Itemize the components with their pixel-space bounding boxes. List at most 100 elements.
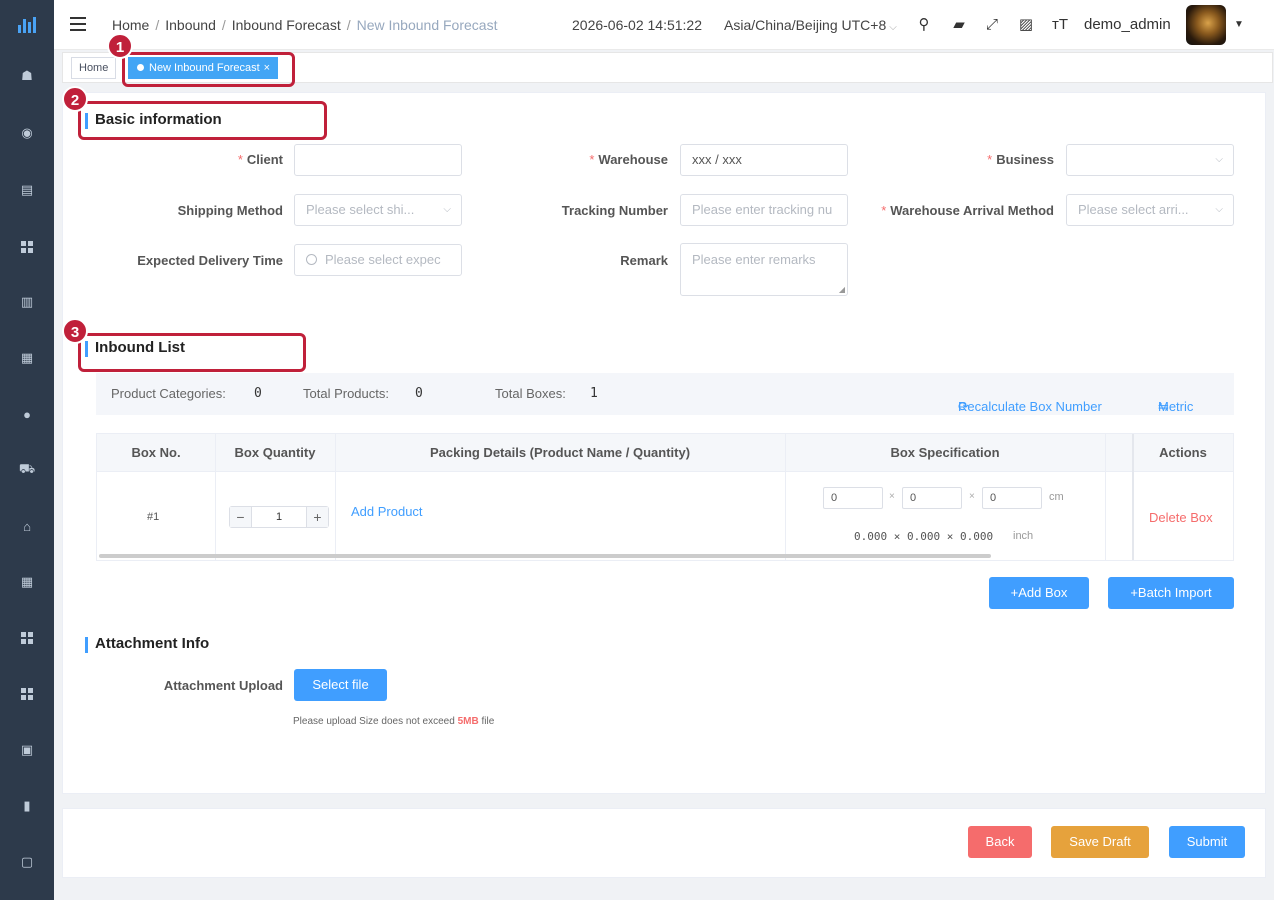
breadcrumb-inbound-forecast[interactable]: Inbound Forecast	[232, 17, 341, 33]
total-boxes-label: Total Boxes:	[495, 386, 566, 401]
increment-button[interactable]: +	[306, 507, 328, 527]
col-box-no: Box No.	[131, 445, 181, 460]
fullscreen-icon[interactable]: ⤢	[982, 14, 1002, 34]
product-categories-value: 0	[254, 386, 262, 401]
top-header: Home / Inbound / Inbound Forecast / New Inboun…	[54, 0, 1274, 50]
section-attachment-title: Attachment Info	[85, 635, 209, 653]
resize-handle-icon[interactable]: ◢	[839, 285, 845, 294]
remark-label: Remark	[620, 253, 668, 268]
times-sign: ×	[889, 491, 895, 502]
total-products-label: Total Products:	[303, 386, 389, 401]
highlight-box-1	[122, 52, 295, 87]
caret-down-icon[interactable]: ▼	[1234, 19, 1244, 30]
client-label: * Client	[237, 152, 283, 167]
back-button[interactable]: Back	[968, 826, 1032, 858]
logo[interactable]	[0, 0, 54, 50]
chevron-down-icon: ⌵	[889, 22, 897, 33]
client-field[interactable]	[294, 144, 462, 176]
shipping-method-label: Shipping Method	[177, 203, 283, 218]
breadcrumb-current: New Inbound Forecast	[356, 17, 498, 33]
cart-icon[interactable]: ⛟	[0, 460, 54, 480]
form-footer: Back Save Draft Submit	[62, 808, 1266, 878]
chevron-down-icon: ⌵	[1215, 154, 1223, 165]
decrement-button[interactable]: −	[230, 507, 252, 527]
message-icon[interactable]: ▰	[949, 14, 969, 34]
box-quantity-value[interactable]: 1	[252, 507, 306, 527]
modules-icon[interactable]	[0, 628, 54, 648]
add-product-link[interactable]: Add Product	[351, 504, 423, 519]
tag-home[interactable]: Home	[71, 57, 117, 79]
avatar[interactable]	[1186, 5, 1226, 45]
total-boxes-value: 1	[590, 386, 598, 401]
times-sign: ×	[969, 491, 975, 502]
tracking-number-input[interactable]: Please enter tracking nu	[680, 194, 848, 226]
box-height-input[interactable]: 0	[982, 487, 1042, 509]
table-icon[interactable]: ▦	[0, 572, 54, 592]
breadcrumb: Home / Inbound / Inbound Forecast / New Inboun…	[112, 17, 498, 33]
current-datetime: 2026-06-02 14:51:22	[572, 17, 702, 33]
select-file-button[interactable]: Select file	[294, 669, 387, 701]
warehouse-arrival-select[interactable]: Please select arri... ⌵	[1066, 194, 1234, 226]
warehouse-icon[interactable]: ⌂	[0, 516, 54, 536]
username[interactable]: demo_admin	[1084, 16, 1171, 33]
apps-icon[interactable]	[0, 237, 54, 257]
report-icon[interactable]: ▦	[0, 348, 54, 368]
translate-icon[interactable]: ▨	[1016, 14, 1036, 34]
form-card: Basic information * Client * Warehouse xxx…	[62, 92, 1266, 794]
search-icon[interactable]: ⚲	[914, 14, 934, 34]
highlight-box-2	[78, 101, 327, 140]
expected-delivery-label: Expected Delivery Time	[137, 253, 283, 268]
inbound-summary-bar: Product Categories: 0 Total Products: 0 …	[96, 373, 1234, 415]
add-box-button[interactable]: +Add Box	[989, 577, 1089, 609]
business-select[interactable]: ⌵	[1066, 144, 1234, 176]
globe-icon[interactable]: ◉	[0, 123, 54, 143]
shipping-method-select[interactable]: Please select shi... ⌵	[294, 194, 462, 226]
box-width-input[interactable]: 0	[902, 487, 962, 509]
menu-toggle-icon[interactable]	[70, 17, 86, 31]
timezone-label: Asia/China/Beijing UTC+8	[724, 17, 887, 33]
table-header: Box No. Box Quantity Packing Details (Pr…	[97, 434, 1233, 472]
breadcrumb-home[interactable]: Home	[112, 17, 149, 33]
annotation-marker-2: 2	[62, 86, 88, 112]
col-box-quantity: Box Quantity	[234, 445, 316, 460]
remark-textarea[interactable]: Please enter remarks ◢	[680, 243, 848, 296]
dashboard-icon[interactable]: ☗	[0, 66, 54, 86]
box-length-input[interactable]: 0	[823, 487, 883, 509]
user-icon[interactable]: ●	[0, 404, 54, 424]
warehouse-arrival-placeholder: Please select arri...	[1078, 202, 1189, 217]
col-actions: Actions	[1159, 445, 1207, 460]
chevron-down-icon: ⌵	[1215, 204, 1223, 215]
batch-import-button[interactable]: +Batch Import	[1108, 577, 1234, 609]
col-packing-details: Packing Details (Product Name / Quantity…	[429, 445, 691, 460]
edit-icon[interactable]: ▢	[0, 852, 54, 872]
product-categories-label: Product Categories:	[111, 386, 226, 401]
total-products-value: 0	[415, 386, 423, 401]
unit-inch: inch	[1013, 530, 1034, 542]
chevron-down-icon: ⌵	[443, 204, 451, 215]
submit-button[interactable]: Submit	[1169, 826, 1245, 858]
shipping-method-placeholder: Please select shi...	[306, 202, 415, 217]
delete-box-button[interactable]: Delete Box	[1149, 510, 1213, 525]
expected-delivery-picker[interactable]: Please select expec	[294, 244, 462, 276]
font-size-icon[interactable]: ᴛT	[1050, 14, 1070, 34]
horizontal-scrollbar[interactable]	[99, 554, 991, 558]
clock-icon	[306, 254, 317, 265]
upload-size-note: Please upload Size does not exceed 5MB f…	[293, 716, 495, 727]
box-quantity-stepper[interactable]: − 1 +	[229, 506, 329, 528]
inventory-icon[interactable]: ▤	[0, 180, 54, 200]
save-draft-button[interactable]: Save Draft	[1051, 826, 1149, 858]
breadcrumb-inbound[interactable]: Inbound	[165, 17, 216, 33]
timezone-select[interactable]: Asia/China/Beijing UTC+8 ⌵	[724, 17, 897, 33]
sidebar: ☗ ◉ ▤ ▥ ▦ ● ⛟ ⌂ ▦ ▣ ▮ ▢	[0, 0, 54, 900]
inch-dimensions: 0.000 × 0.000 × 0.000	[854, 530, 994, 543]
document-icon[interactable]: ▣	[0, 740, 54, 760]
grid-icon[interactable]	[0, 684, 54, 704]
highlight-box-3	[78, 333, 306, 372]
chart-icon[interactable]: ▮	[0, 796, 54, 816]
attachment-upload-label: Attachment Upload	[163, 678, 283, 693]
database-icon[interactable]: ▥	[0, 292, 54, 312]
remark-placeholder: Please enter remarks	[692, 252, 816, 267]
warehouse-field[interactable]: xxx / xxx	[680, 144, 848, 176]
unit-cm: cm	[1049, 491, 1064, 503]
annotation-marker-1: 1	[107, 33, 133, 59]
